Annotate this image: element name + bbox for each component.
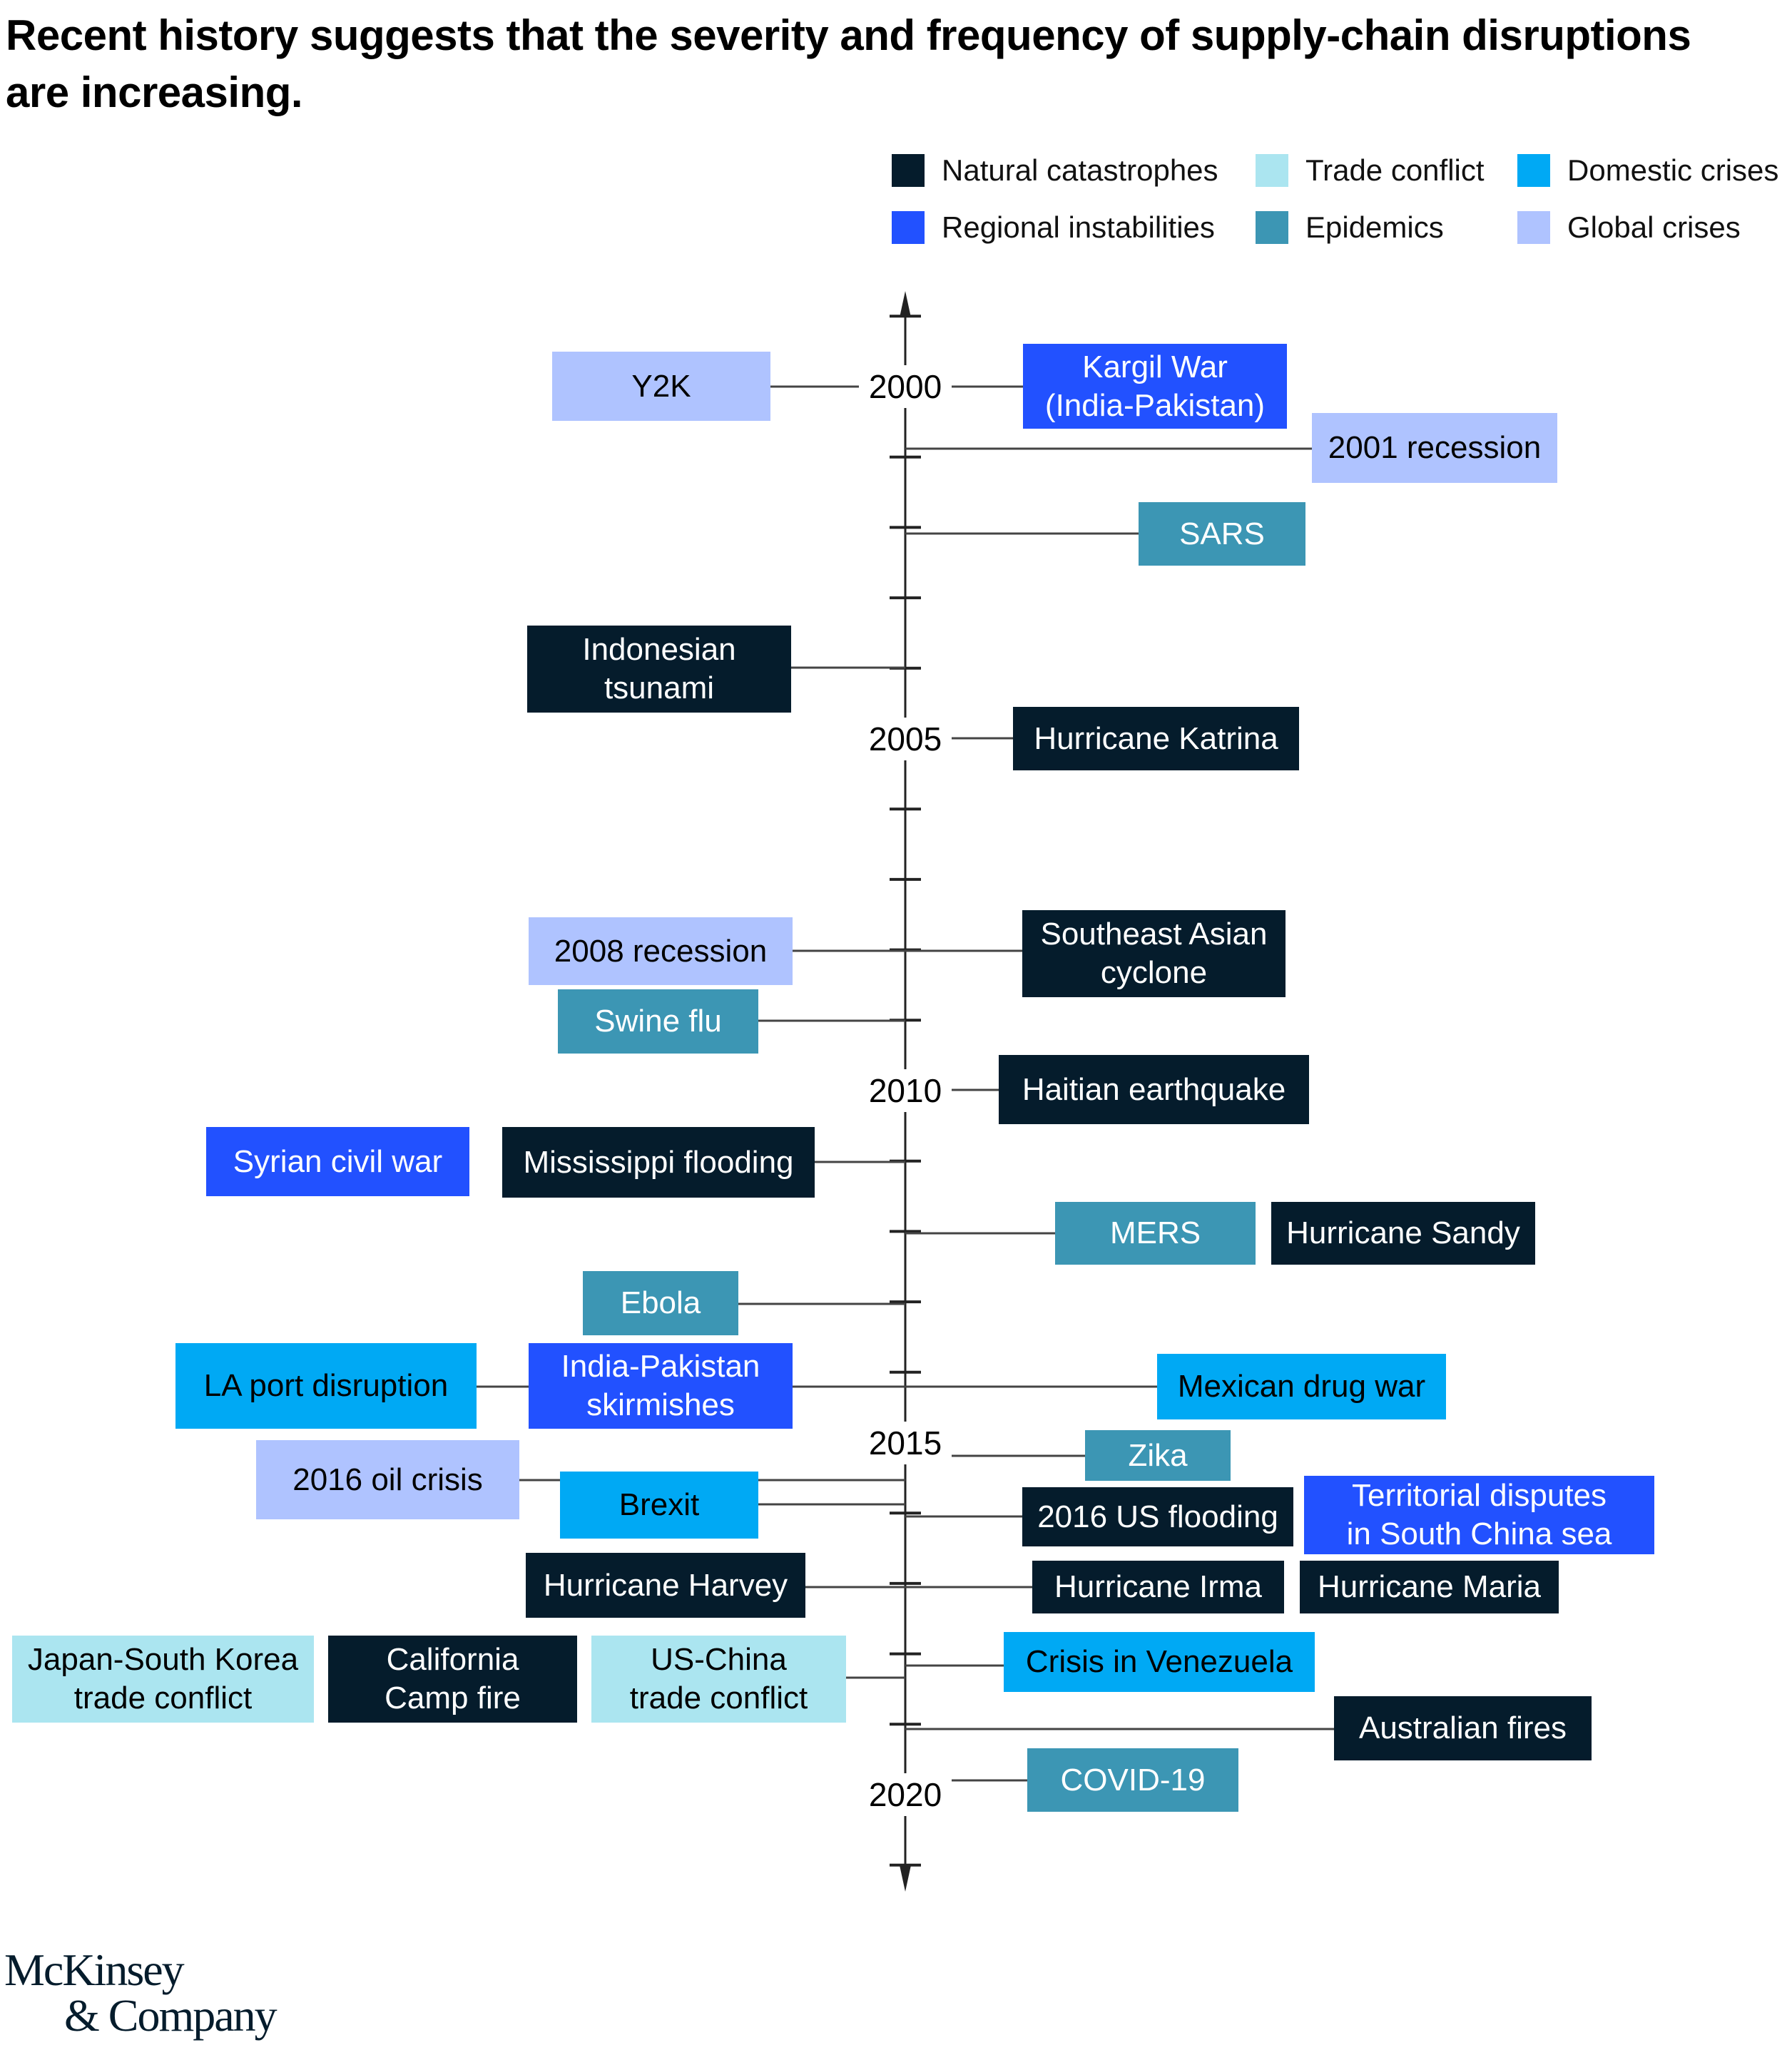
year-label: 2005	[859, 717, 952, 760]
event-box: Syrian civil war	[206, 1127, 469, 1196]
event-box: Japan-South Korea trade conflict	[12, 1636, 314, 1723]
event-box: US-China trade conflict	[591, 1636, 846, 1723]
event-box: Australian fires	[1334, 1696, 1592, 1760]
event-box: Zika	[1085, 1430, 1231, 1481]
arrow-up-icon	[900, 291, 911, 317]
event-box: California Camp fire	[328, 1636, 577, 1723]
event-box: Kargil War (India-Pakistan)	[1023, 344, 1287, 429]
event-box: Hurricane Maria	[1300, 1561, 1559, 1613]
event-box: Y2K	[552, 352, 770, 421]
event-box: Swine flu	[558, 989, 758, 1054]
event-box: Mexican drug war	[1157, 1354, 1446, 1419]
event-box: Southeast Asian cyclone	[1022, 910, 1286, 997]
event-box: Hurricane Sandy	[1271, 1202, 1535, 1265]
year-label: 2010	[859, 1069, 952, 1112]
event-box: 2016 oil crisis	[256, 1440, 519, 1519]
year-label: 2000	[859, 365, 952, 408]
logo-line-1: McKinsey	[4, 1944, 185, 1995]
year-label: 2015	[859, 1421, 952, 1464]
arrow-down-icon	[900, 1865, 911, 1892]
event-box: Hurricane Irma	[1032, 1561, 1284, 1613]
event-box: COVID-19	[1027, 1748, 1238, 1812]
event-box: India-Pakistan skirmishes	[529, 1343, 793, 1429]
logo-line-2: & Company	[64, 1990, 278, 2041]
event-box: Ebola	[583, 1271, 738, 1335]
event-box: Indonesian tsunami	[527, 626, 791, 713]
event-box: LA port disruption	[175, 1343, 477, 1429]
event-box: Territorial disputes in South China sea	[1304, 1476, 1654, 1554]
event-box: 2001 recession	[1312, 413, 1557, 483]
event-box: SARS	[1139, 502, 1305, 566]
event-box: Haitian earthquake	[999, 1055, 1309, 1124]
event-box: 2008 recession	[529, 917, 793, 985]
event-box: Mississippi flooding	[502, 1127, 815, 1198]
event-box: Hurricane Katrina	[1013, 707, 1299, 770]
event-box: Crisis in Venezuela	[1004, 1632, 1315, 1692]
mckinsey-logo: McKinsey & Company	[4, 1944, 278, 2041]
event-box: Hurricane Harvey	[526, 1553, 805, 1618]
event-box: MERS	[1055, 1202, 1256, 1265]
event-box: Brexit	[560, 1472, 758, 1539]
year-label: 2020	[859, 1773, 952, 1816]
event-box: 2016 US flooding	[1022, 1487, 1293, 1546]
